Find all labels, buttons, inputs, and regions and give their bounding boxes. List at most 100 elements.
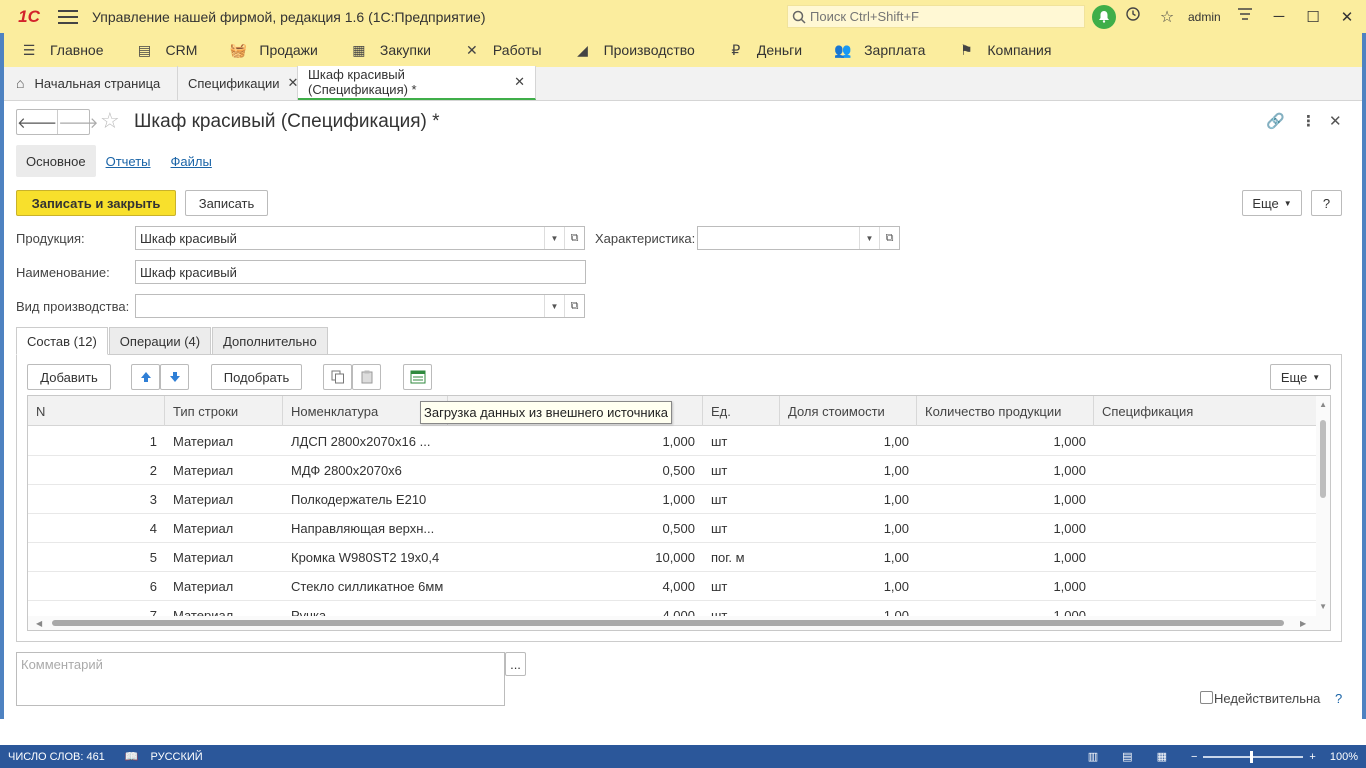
table-row[interactable]: 6 Материал Стекло силликатное 6мм 4,000 … bbox=[28, 572, 1318, 601]
scroll-down-icon[interactable]: ▼ bbox=[1319, 602, 1327, 611]
maximize-icon[interactable]: ☐ bbox=[1296, 8, 1330, 26]
copy-icon[interactable] bbox=[323, 364, 352, 390]
table-row[interactable]: 5 Материал Кромка W980ST2 19х0,4 10,000 … bbox=[28, 543, 1318, 572]
open-icon[interactable]: ⧉ bbox=[564, 295, 584, 317]
1c-logo-icon[interactable]: 1С bbox=[12, 0, 46, 33]
col-specification[interactable]: Спецификация bbox=[1094, 396, 1318, 426]
zoom-level[interactable]: 100% bbox=[1330, 751, 1358, 763]
col-n[interactable]: N bbox=[28, 396, 165, 426]
table-more-button[interactable]: Еще ▼ bbox=[1270, 364, 1331, 390]
history-icon[interactable] bbox=[1116, 6, 1150, 27]
vertical-scrollbar[interactable]: ▲ ▼ bbox=[1316, 396, 1330, 618]
menu-sales[interactable]: 🧺 Продажи bbox=[213, 33, 333, 67]
zoom-out-icon[interactable]: − bbox=[1191, 751, 1197, 763]
col-cost-share[interactable]: Доля стоимости bbox=[780, 396, 917, 426]
language[interactable]: РУССКИЙ bbox=[151, 751, 203, 763]
add-row-button[interactable]: Добавить bbox=[27, 364, 111, 390]
menu-salary[interactable]: 👥 Зарплата bbox=[818, 33, 941, 67]
favorites-star-icon[interactable]: ☆ bbox=[1150, 7, 1184, 27]
open-icon[interactable]: ⧉ bbox=[564, 227, 584, 249]
section-reports[interactable]: Отчеты bbox=[96, 145, 161, 177]
scroll-right-icon[interactable]: ▶ bbox=[1300, 619, 1306, 628]
print-layout-icon[interactable]: ▤ bbox=[1122, 750, 1132, 763]
menu-money[interactable]: ₽ Деньги bbox=[711, 33, 818, 67]
move-down-icon[interactable] bbox=[160, 364, 189, 390]
production-type-field[interactable]: ▼ ⧉ bbox=[135, 294, 585, 318]
comment-expand-button[interactable]: ... bbox=[505, 652, 526, 676]
tab-additional[interactable]: Дополнительно bbox=[212, 327, 328, 355]
tab-current-spec[interactable]: Шкаф красивый (Спецификация) * ✕ bbox=[298, 66, 536, 100]
comment-field[interactable]: Комментарий bbox=[16, 652, 505, 706]
menu-production[interactable]: ◢ Производство bbox=[558, 33, 711, 67]
global-search[interactable] bbox=[787, 5, 1085, 28]
close-tab-icon[interactable]: ✕ bbox=[288, 75, 299, 91]
inactive-help-icon[interactable]: ? bbox=[1335, 691, 1342, 706]
pick-button[interactable]: Подобрать bbox=[211, 364, 302, 390]
vertical-scroll-thumb[interactable] bbox=[1320, 420, 1326, 498]
col-product-qty[interactable]: Количество продукции bbox=[917, 396, 1094, 426]
menu-company[interactable]: ⚑ Компания bbox=[941, 33, 1067, 67]
dropdown-arrow-icon[interactable]: ▼ bbox=[544, 227, 564, 249]
current-user[interactable]: admin bbox=[1188, 10, 1228, 24]
people-icon: 👥 bbox=[834, 41, 852, 58]
table-header: N Тип строки Номенклатура Ед. Доля стоим… bbox=[28, 396, 1318, 426]
save-and-close-button[interactable]: Записать и закрыть bbox=[16, 190, 176, 216]
more-button[interactable]: Еще ▼ bbox=[1242, 190, 1302, 216]
proofing-icon[interactable]: 📖 bbox=[125, 750, 139, 763]
tab-operations[interactable]: Операции (4) bbox=[108, 327, 212, 355]
table-row[interactable]: 1 Материал ЛДСП 2800х2070х16 ... 1,000 ш… bbox=[28, 427, 1318, 456]
minimize-icon[interactable]: ─ bbox=[1262, 8, 1296, 25]
save-button[interactable]: Записать bbox=[185, 190, 268, 216]
horizontal-scroll-thumb[interactable] bbox=[52, 620, 1284, 626]
inactive-checkbox[interactable] bbox=[1200, 691, 1213, 704]
open-icon[interactable]: ⧉ bbox=[879, 227, 899, 249]
name-field[interactable]: Шкаф красивый bbox=[135, 260, 586, 284]
zoom-slider[interactable] bbox=[1203, 750, 1304, 763]
horizontal-scrollbar[interactable]: ◀ ▶ bbox=[28, 616, 1330, 630]
table-row[interactable]: 4 Материал Направляющая верхн... 0,500 ш… bbox=[28, 514, 1318, 543]
table-row[interactable]: 3 Материал Полкодержатель Е210 1,000 шт … bbox=[28, 485, 1318, 514]
forward-arrow-icon[interactable]: 🡒 bbox=[58, 110, 98, 134]
close-form-icon[interactable]: ✕ bbox=[1329, 112, 1342, 130]
col-unit[interactable]: Ед. bbox=[703, 396, 780, 426]
paste-icon[interactable] bbox=[352, 364, 381, 390]
scroll-up-icon[interactable]: ▲ bbox=[1319, 400, 1327, 409]
settings-lines-icon[interactable] bbox=[1228, 7, 1262, 26]
close-tab-icon[interactable]: ✕ bbox=[514, 74, 525, 90]
menu-purchases[interactable]: ▦ Закупки bbox=[334, 33, 447, 67]
menu-label: Деньги bbox=[756, 42, 803, 58]
cell-share: 1,00 bbox=[883, 434, 909, 449]
read-mode-icon[interactable]: ▥ bbox=[1088, 750, 1098, 763]
back-arrow-icon[interactable]: 🡐 bbox=[17, 110, 59, 134]
product-field[interactable]: Шкаф красивый ▼ ⧉ bbox=[135, 226, 585, 250]
characteristic-field[interactable]: ▼ ⧉ bbox=[697, 226, 900, 250]
notifications-bell-icon[interactable] bbox=[1092, 4, 1116, 29]
dropdown-arrow-icon[interactable]: ▼ bbox=[544, 295, 564, 317]
menu-main[interactable]: ☰ Главное bbox=[4, 33, 120, 67]
dropdown-arrow-icon[interactable]: ▼ bbox=[859, 227, 879, 249]
cell-unit: шт bbox=[711, 492, 728, 507]
web-layout-icon[interactable]: ▦ bbox=[1157, 750, 1167, 763]
section-main[interactable]: Основное bbox=[16, 145, 96, 177]
load-external-data-icon[interactable] bbox=[403, 364, 432, 390]
scroll-left-icon[interactable]: ◀ bbox=[36, 619, 42, 628]
menu-crm[interactable]: ▤ CRM bbox=[120, 33, 214, 67]
more-actions-icon[interactable]: ⋮ bbox=[1301, 112, 1316, 130]
table-row[interactable]: 2 Материал МДФ 2800х2070х6 0,500 шт 1,00… bbox=[28, 456, 1318, 485]
menu-works[interactable]: ✕ Работы bbox=[447, 33, 558, 67]
tab-composition[interactable]: Состав (12) bbox=[16, 327, 108, 355]
zoom-in-icon[interactable]: + bbox=[1309, 751, 1315, 763]
move-up-icon[interactable] bbox=[131, 364, 160, 390]
tab-label: Начальная страница bbox=[34, 75, 161, 91]
tab-specifications[interactable]: Спецификации ✕ bbox=[178, 66, 298, 100]
word-count[interactable]: ЧИСЛО СЛОВ: 461 bbox=[8, 751, 105, 763]
help-button[interactable]: ? bbox=[1311, 190, 1342, 216]
tab-home[interactable]: ⌂ Начальная страница bbox=[4, 66, 178, 100]
close-window-icon[interactable]: ✕ bbox=[1330, 8, 1364, 26]
hamburger-menu-icon[interactable] bbox=[58, 9, 78, 24]
section-files[interactable]: Файлы bbox=[161, 145, 222, 177]
link-icon[interactable]: 🔗 bbox=[1266, 112, 1285, 130]
search-input[interactable] bbox=[810, 9, 1080, 24]
favorite-star-icon[interactable]: ☆ bbox=[100, 108, 120, 134]
col-row-type[interactable]: Тип строки bbox=[165, 396, 283, 426]
